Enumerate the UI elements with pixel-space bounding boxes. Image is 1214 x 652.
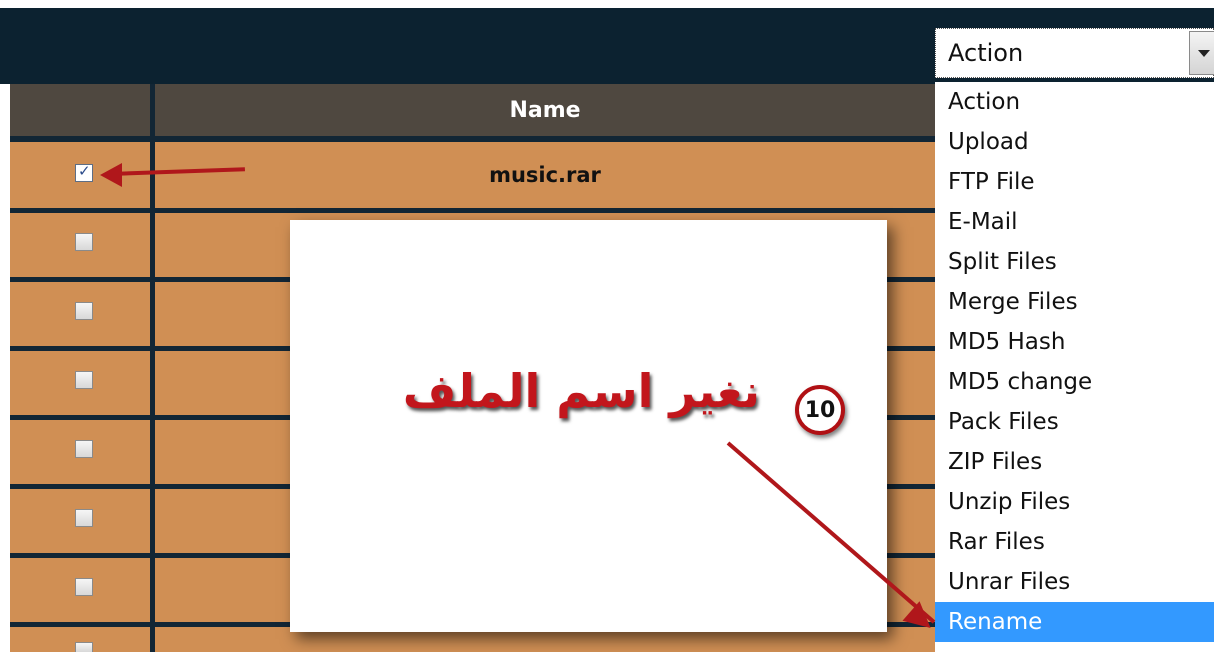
annotation-arrow-head (100, 163, 122, 187)
dropdown-option-unrar-files[interactable]: Unrar Files (935, 562, 1214, 602)
dropdown-option-zip-files[interactable]: ZIP Files (935, 442, 1214, 482)
name-column-label: Name (509, 97, 581, 123)
dropdown-option-upload[interactable]: Upload (935, 122, 1214, 162)
annotation-text: نغير اسم الملف (402, 364, 760, 418)
row-checkbox[interactable] (75, 233, 93, 251)
step-number-badge: 10 (795, 385, 845, 435)
dropdown-option-md5-hash[interactable]: MD5 Hash (935, 322, 1214, 362)
action-select[interactable]: Action (935, 28, 1214, 78)
row-checkbox[interactable] (75, 302, 93, 320)
dropdown-option-rename[interactable]: Rename (935, 602, 1214, 642)
dropdown-option-unzip-files[interactable]: Unzip Files (935, 482, 1214, 522)
action-select-value: Action (948, 39, 1024, 67)
row-checkbox[interactable] (75, 440, 93, 458)
dropdown-option-md5-change[interactable]: MD5 change (935, 362, 1214, 402)
chevron-down-icon[interactable] (1189, 31, 1214, 75)
dropdown-option-pack-files[interactable]: Pack Files (935, 402, 1214, 442)
row-checkbox[interactable] (75, 642, 93, 652)
dropdown-option-action[interactable]: Action (935, 82, 1214, 122)
dropdown-option-ftp-file[interactable]: FTP File (935, 162, 1214, 202)
dropdown-option-split-files[interactable]: Split Files (935, 242, 1214, 282)
action-dropdown-list: Action Upload FTP File E-Mail Split File… (935, 82, 1214, 652)
row-checkbox[interactable] (75, 371, 93, 389)
row-checkbox[interactable] (75, 509, 93, 527)
dropdown-option-merge-files[interactable]: Merge Files (935, 282, 1214, 322)
dropdown-option-email[interactable]: E-Mail (935, 202, 1214, 242)
file-name[interactable]: music.rar (155, 142, 935, 208)
row-checkbox[interactable] (75, 162, 93, 182)
dropdown-option-rar-files[interactable]: Rar Files (935, 522, 1214, 562)
checkbox-column-header (10, 84, 150, 136)
row-checkbox[interactable] (75, 578, 93, 596)
